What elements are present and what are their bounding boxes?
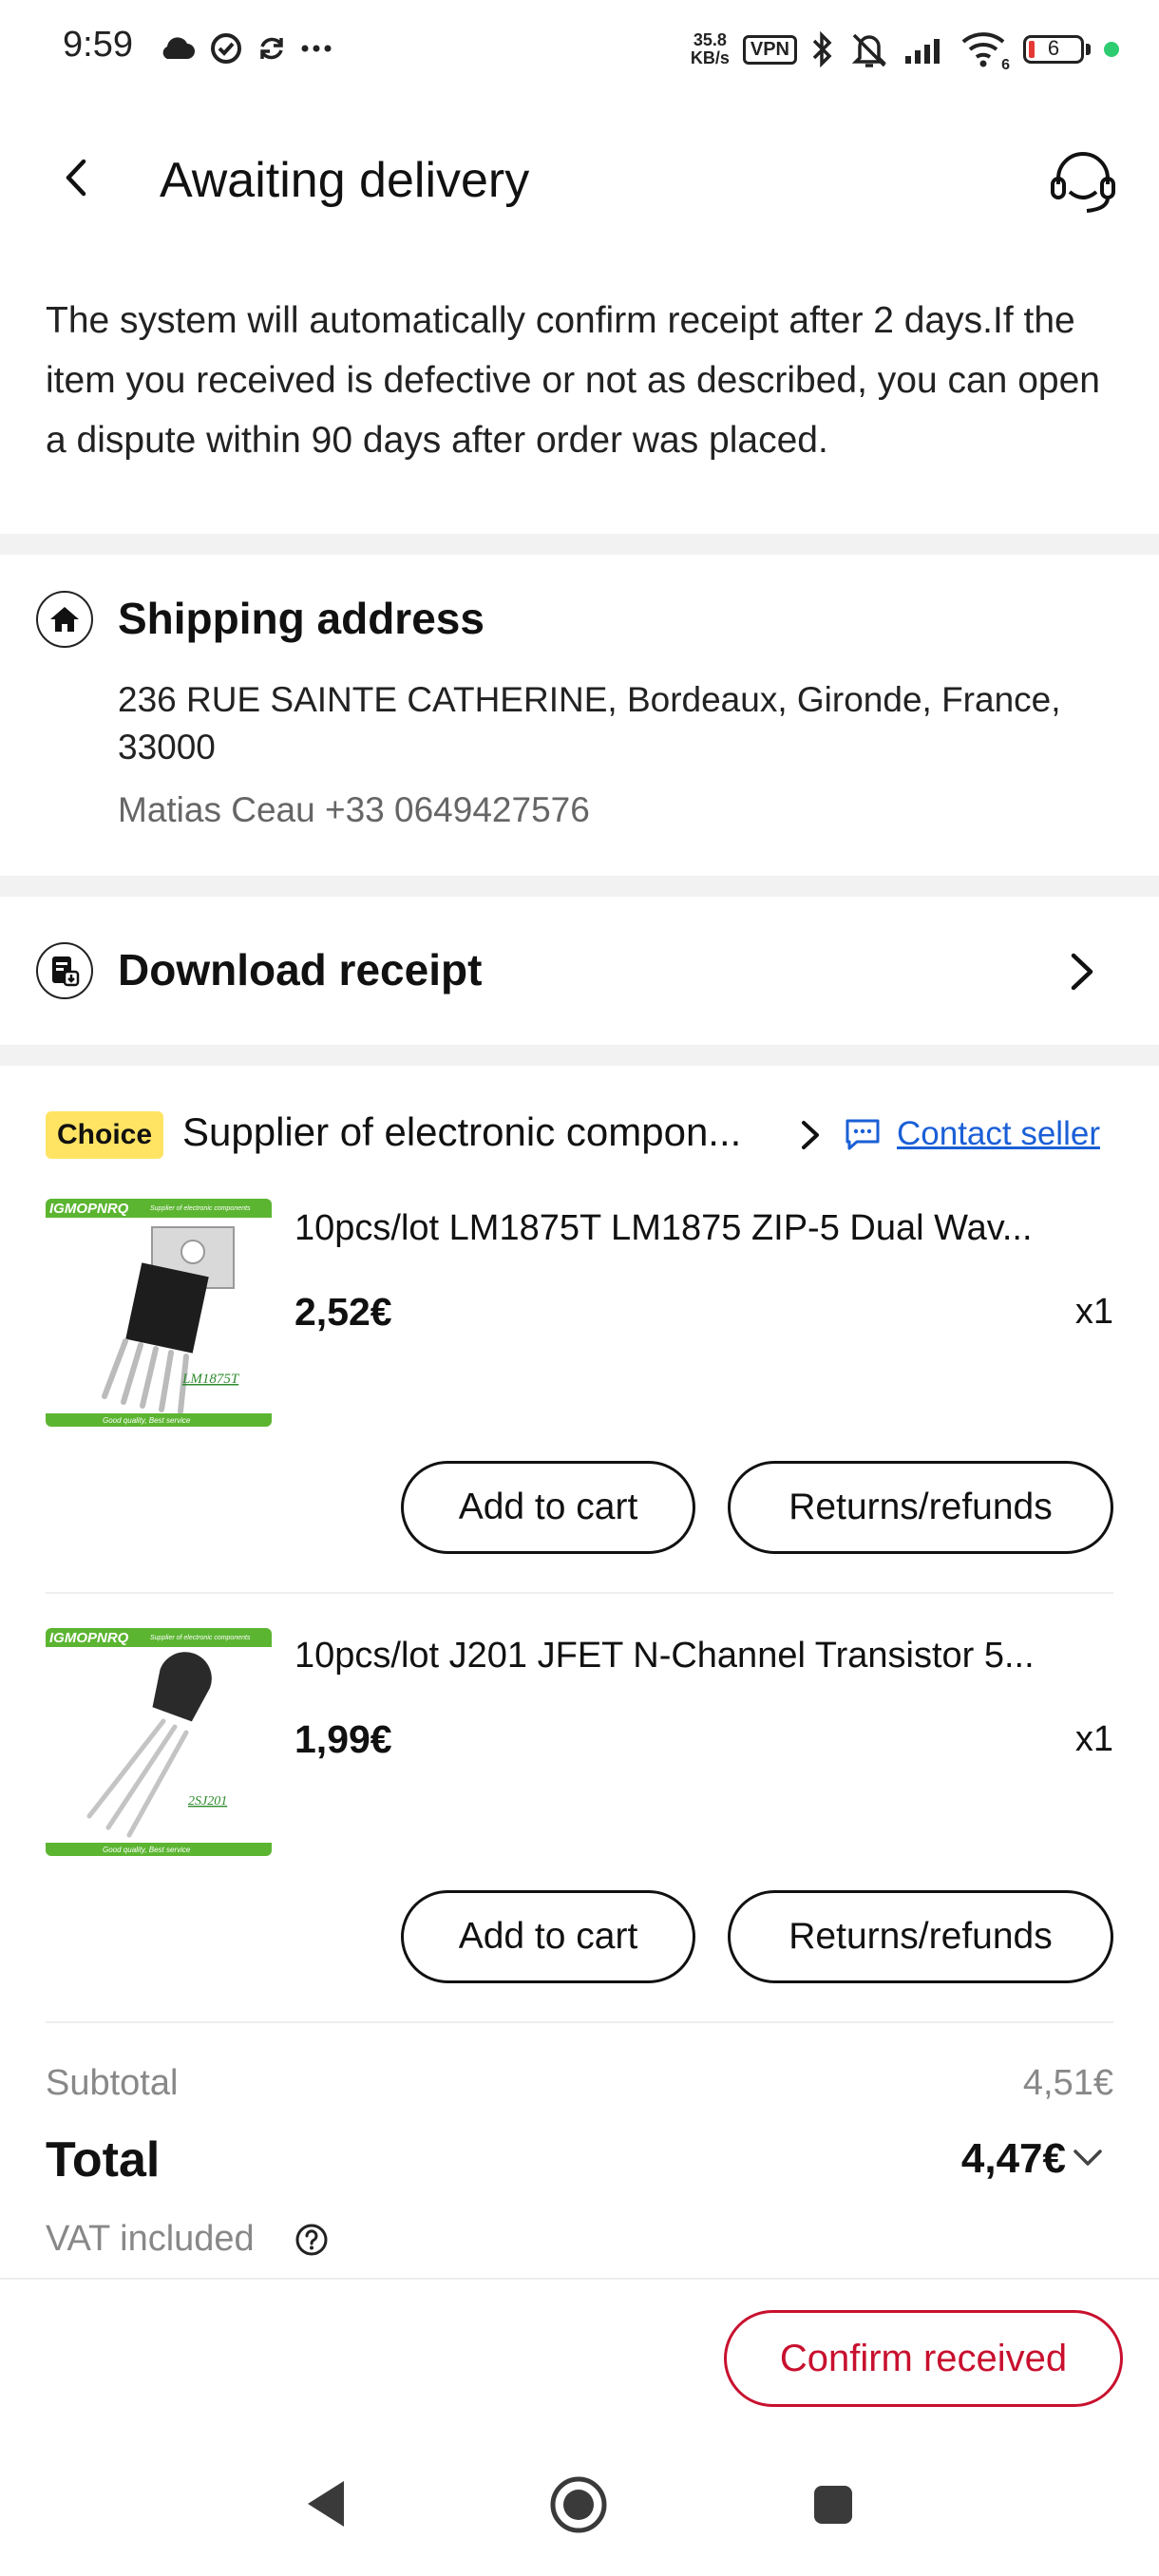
chevron-right-icon xyxy=(1062,950,1100,994)
section-divider xyxy=(0,534,1159,555)
battery-nub xyxy=(1086,44,1091,55)
status-icons-left xyxy=(158,27,332,70)
nav-back-button[interactable] xyxy=(302,2477,350,2530)
chat-icon[interactable] xyxy=(844,1117,882,1151)
cloud-icon xyxy=(162,37,195,59)
product-image[interactable]: IGMOPNRQ Supplier of electronic componen… xyxy=(46,1628,272,1856)
image-tagline: Supplier of electronic components xyxy=(150,1635,251,1641)
total-value[interactable]: 4,47€ xyxy=(961,2135,1066,2183)
subtotal-label: Subtotal xyxy=(46,2063,179,2103)
image-tagline: Supplier of electronic components xyxy=(150,1205,251,1212)
chevron-left-icon xyxy=(66,159,86,197)
battery-level: 6 xyxy=(1047,36,1060,60)
network-speed-unit: KB/s xyxy=(690,48,730,67)
back-button[interactable] xyxy=(53,154,101,201)
image-footer: Good quality, Best service xyxy=(103,1416,191,1425)
section-divider xyxy=(0,876,1159,897)
image-part-label: LM1875T xyxy=(181,1372,240,1387)
sync-app-icon xyxy=(211,33,241,64)
subtotal-value: 4,51€ xyxy=(1022,2063,1113,2103)
product-title[interactable]: 10pcs/lot J201 JFET N-Channel Transistor… xyxy=(294,1636,1113,1676)
download-receipt-title: Download receipt xyxy=(118,945,483,994)
nav-home-button[interactable] xyxy=(549,2475,608,2534)
product-quantity: x1 xyxy=(1074,1719,1113,1759)
shipping-contact: Matias Ceau +33 0649427576 xyxy=(118,790,590,829)
customer-support-button[interactable] xyxy=(1045,142,1121,218)
contact-seller-link[interactable]: Contact seller xyxy=(897,1115,1100,1153)
battery-icon: 6 xyxy=(1023,35,1084,64)
image-brand: IGMOPNRQ xyxy=(49,1630,129,1646)
image-footer: Good quality, Best service xyxy=(103,1846,191,1854)
house-glyph xyxy=(50,607,79,632)
product-price: 2,52€ xyxy=(294,1290,392,1334)
privacy-indicator-dot xyxy=(1104,42,1119,57)
network-speed-value: 35.8 xyxy=(693,30,727,49)
signal-icon xyxy=(905,39,940,64)
more-dots-icon xyxy=(301,45,332,52)
auto-confirm-notice: The system will automatically confirm re… xyxy=(46,300,1100,461)
headset-icon xyxy=(1051,152,1115,213)
refresh-icon xyxy=(260,37,283,60)
vat-label: VAT included xyxy=(46,2219,255,2259)
add-to-cart-button[interactable]: Add to cart xyxy=(401,1461,695,1554)
bluetooth-icon xyxy=(812,30,832,68)
nav-recents-button[interactable] xyxy=(811,2483,855,2527)
confirm-received-button[interactable]: Confirm received xyxy=(724,2310,1123,2407)
item-divider xyxy=(46,2021,1113,2023)
choice-badge: Choice xyxy=(46,1111,164,1159)
receipt-glyph xyxy=(52,957,80,987)
store-chevron-icon xyxy=(796,1119,823,1151)
home-icon xyxy=(36,591,93,648)
network-speed: 35.8 KB/s xyxy=(691,31,730,67)
mute-icon xyxy=(851,33,887,67)
wifi-label: 6 xyxy=(1001,57,1010,73)
status-time: 9:59 xyxy=(63,25,133,65)
image-brand: IGMOPNRQ xyxy=(49,1201,129,1217)
chevron-down-icon[interactable] xyxy=(1072,2147,1104,2169)
section-divider xyxy=(0,1045,1159,1066)
receipt-icon xyxy=(36,942,93,999)
image-part-label: 2SJ201 xyxy=(188,1794,227,1809)
returns-refunds-button[interactable]: Returns/refunds xyxy=(728,1890,1113,1983)
product-title[interactable]: 10pcs/lot LM1875T LM1875 ZIP-5 Dual Wav.… xyxy=(294,1208,1113,1249)
help-icon[interactable] xyxy=(294,2223,329,2257)
item-divider xyxy=(46,1592,1113,1594)
add-to-cart-button[interactable]: Add to cart xyxy=(401,1890,695,1983)
store-name-link[interactable]: Supplier of electronic compon... xyxy=(182,1109,741,1155)
action-bar-divider xyxy=(0,2278,1159,2280)
status-icons-right: 35.8 KB/s VPN 6 6 xyxy=(691,25,1119,74)
product-quantity: x1 xyxy=(1074,1292,1113,1332)
product-price: 1,99€ xyxy=(294,1717,392,1761)
wifi-indicator: 6 xyxy=(960,30,1010,73)
returns-refunds-button[interactable]: Returns/refunds xyxy=(728,1461,1113,1554)
product-image[interactable]: IGMOPNRQ Supplier of electronic componen… xyxy=(46,1199,272,1427)
vpn-badge: VPN xyxy=(742,34,797,65)
page-title: Awaiting delivery xyxy=(160,153,530,208)
shipping-address-title: Shipping address xyxy=(118,594,484,643)
shipping-address-text: 236 RUE SAINTE CATHERINE, Bordeaux, Giro… xyxy=(118,680,1061,767)
total-label: Total xyxy=(46,2132,161,2188)
